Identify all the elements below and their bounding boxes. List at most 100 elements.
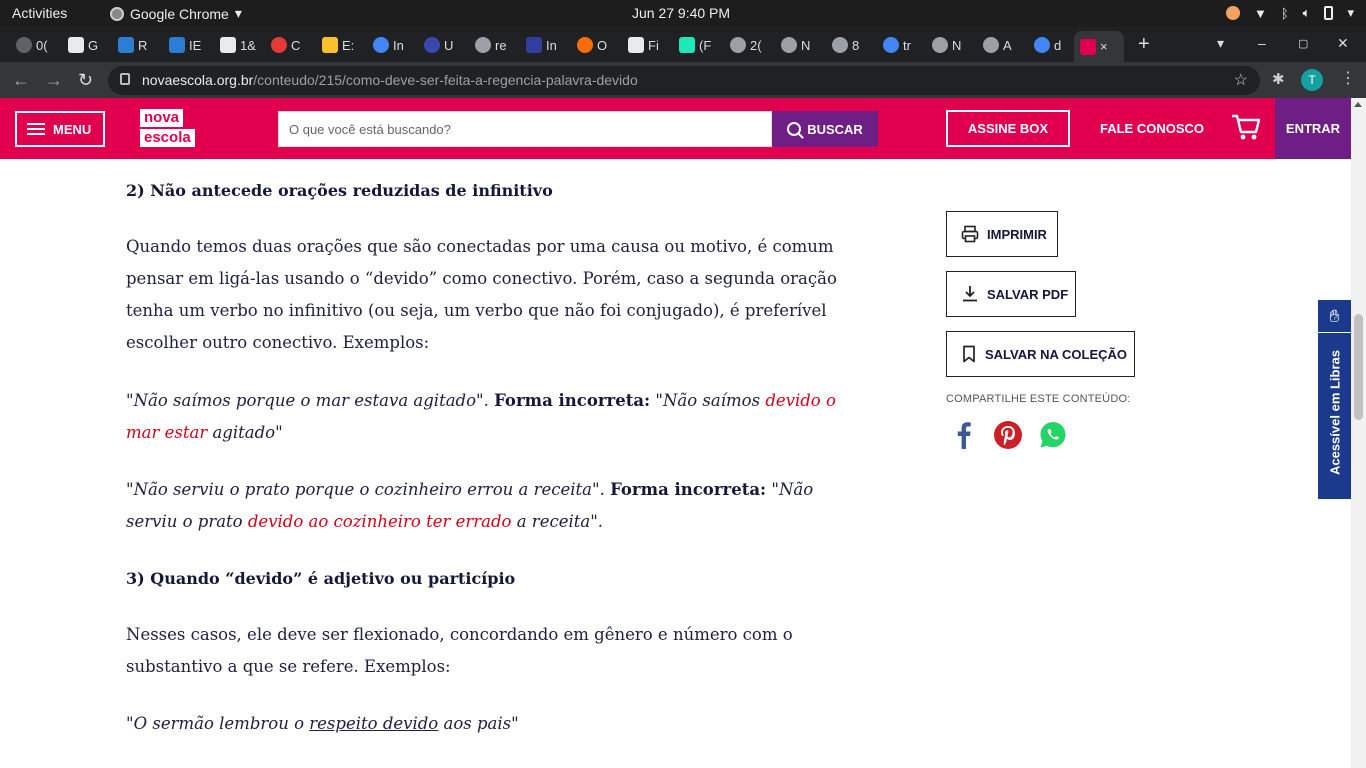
browser-tab[interactable]: 0(	[10, 31, 52, 59]
tab-favicon-icon	[1034, 37, 1050, 53]
app-name: Google Chrome	[130, 5, 229, 22]
search-input[interactable]	[278, 111, 772, 147]
browser-tab[interactable]: O	[571, 31, 615, 59]
system-tray[interactable]: ▼ ᛒ 🔈︎ ▾	[1225, 5, 1354, 21]
browser-tab[interactable]: In	[367, 31, 411, 59]
browser-tab[interactable]: In	[520, 31, 564, 59]
browser-tab[interactable]: tr	[877, 31, 921, 59]
close-window-icon[interactable]: ✕	[1337, 35, 1349, 52]
search-button[interactable]: BUSCAR	[772, 111, 878, 147]
chrome-icon	[110, 6, 124, 21]
paragraph: Quando temos duas orações que são conect…	[126, 237, 837, 352]
menu-button[interactable]: MENU	[15, 111, 105, 147]
scrollbar-thumb[interactable]	[1354, 314, 1363, 420]
hamburger-icon	[27, 123, 45, 135]
notification-icon	[1225, 6, 1240, 20]
bookmark-star-icon[interactable]: ☆	[1234, 70, 1248, 90]
tab-favicon-icon	[169, 37, 185, 53]
contact-link[interactable]: FALE CONOSCO	[1100, 121, 1204, 136]
power-menu-icon: ▾	[1347, 5, 1354, 20]
volume-icon: 🔈︎	[1302, 5, 1311, 20]
tab-favicon-icon	[781, 37, 797, 53]
browser-tab-strip: 0( G R IE 1& C E: In U re In O Fi (F 2( …	[0, 27, 1366, 62]
cart-icon[interactable]	[1230, 112, 1262, 142]
facebook-icon[interactable]	[949, 420, 979, 450]
tab-favicon-icon	[475, 37, 491, 53]
minimize-icon[interactable]: –	[1258, 35, 1266, 51]
browser-tab[interactable]: R	[112, 31, 154, 59]
url-text: novaescola.org.br/conteudo/215/como-deve…	[142, 72, 638, 88]
tab-search-icon[interactable]: ▾	[1217, 35, 1224, 52]
tab-favicon-icon	[932, 37, 948, 53]
download-icon	[963, 286, 977, 302]
browser-tab[interactable]: U	[418, 31, 462, 59]
pinterest-icon[interactable]	[993, 420, 1023, 450]
browser-toolbar: ← → ↻ novaescola.org.br/conteudo/215/com…	[0, 62, 1366, 98]
reload-icon[interactable]: ↻	[78, 70, 93, 91]
browser-tab[interactable]: A	[977, 31, 1021, 59]
bluetooth-icon: ᛒ	[1280, 5, 1289, 21]
save-pdf-button[interactable]: SALVAR PDF	[946, 271, 1076, 317]
more-menu-icon[interactable]: ⋮	[1340, 68, 1356, 88]
browser-tab[interactable]: (F	[673, 31, 717, 59]
scroll-up-arrow-icon[interactable]	[1354, 102, 1362, 107]
address-bar[interactable]: novaescola.org.br/conteudo/215/como-deve…	[108, 66, 1260, 95]
tab-favicon-icon	[577, 37, 593, 53]
printer-icon	[961, 225, 979, 243]
forward-icon[interactable]: →	[45, 70, 63, 91]
login-button[interactable]: ENTRAR	[1275, 98, 1351, 159]
tab-favicon-icon	[322, 37, 338, 53]
search-icon	[787, 122, 802, 136]
browser-tab[interactable]: 8	[826, 31, 870, 59]
browser-tab[interactable]: N	[926, 31, 970, 59]
activities-button[interactable]: Activities	[12, 5, 67, 21]
print-button[interactable]: IMPRIMIR	[946, 211, 1058, 257]
tab-favicon-icon	[68, 37, 84, 53]
browser-tab[interactable]: IE	[163, 31, 207, 59]
save-collection-button[interactable]: SALVAR NA COLEÇÃO	[946, 331, 1135, 377]
page-scrollbar[interactable]	[1351, 98, 1366, 768]
profile-avatar[interactable]: T	[1301, 69, 1323, 91]
libras-accessibility-widget[interactable]: ✋︎ Acessível em Libras	[1318, 300, 1351, 499]
browser-tab[interactable]: re	[469, 31, 513, 59]
browser-tab[interactable]: N	[775, 31, 819, 59]
browser-tab[interactable]: 1&	[214, 31, 258, 59]
site-header: MENU nova escola BUSCAR ASSINE BOX FALE …	[0, 98, 1351, 159]
browser-tab[interactable]: G	[62, 31, 104, 59]
new-tab-button[interactable]: +	[1138, 33, 1150, 56]
tab-favicon-icon	[424, 37, 440, 53]
tab-favicon-icon	[373, 37, 389, 53]
lock-icon	[120, 73, 130, 85]
browser-tab[interactable]: E:	[316, 31, 360, 59]
back-icon[interactable]: ←	[12, 70, 30, 91]
system-top-bar: Activities Google Chrome ▾ Jun 27 9:40 P…	[0, 0, 1366, 27]
section-heading: 3) Quando “devido” é adjetivo ou particí…	[126, 569, 516, 588]
clock[interactable]: Jun 27 9:40 PM	[632, 5, 730, 21]
extensions-icon[interactable]: ✱	[1272, 70, 1285, 88]
tab-favicon-icon	[730, 37, 746, 53]
tab-favicon-icon	[679, 37, 695, 53]
tab-favicon-icon	[118, 37, 134, 53]
browser-tab[interactable]: C	[265, 31, 309, 59]
section-heading: 2) Não antecede orações reduzidas de inf…	[126, 181, 553, 200]
hands-sign-language-icon: ✋︎	[1318, 300, 1351, 333]
maximize-icon[interactable]: ▢	[1298, 37, 1308, 50]
tab-favicon-icon	[271, 37, 287, 53]
browser-tab-active[interactable]: ×	[1074, 31, 1124, 62]
share-label: COMPARTILHE ESTE CONTEÚDO:	[946, 393, 1131, 405]
browser-tab[interactable]: 2(	[724, 31, 768, 59]
battery-icon	[1324, 6, 1334, 20]
browser-tab[interactable]: d	[1028, 31, 1072, 59]
whatsapp-icon[interactable]	[1038, 420, 1068, 450]
browser-tab[interactable]: Fi	[622, 31, 666, 59]
subscribe-button[interactable]: ASSINE BOX	[946, 110, 1070, 147]
example-3: "O sermão lembrou o respeito devido aos …	[126, 714, 519, 733]
site-logo[interactable]: nova escola	[140, 109, 204, 147]
tab-favicon-icon	[220, 37, 236, 53]
bookmark-icon	[963, 345, 975, 363]
example-2: "Não serviu o prato porque o cozinheiro …	[126, 480, 814, 531]
close-tab-icon[interactable]: ×	[1100, 39, 1108, 54]
app-menu[interactable]: Google Chrome ▾	[110, 5, 242, 22]
tab-favicon-icon	[832, 37, 848, 53]
tab-favicon-icon	[628, 37, 644, 53]
